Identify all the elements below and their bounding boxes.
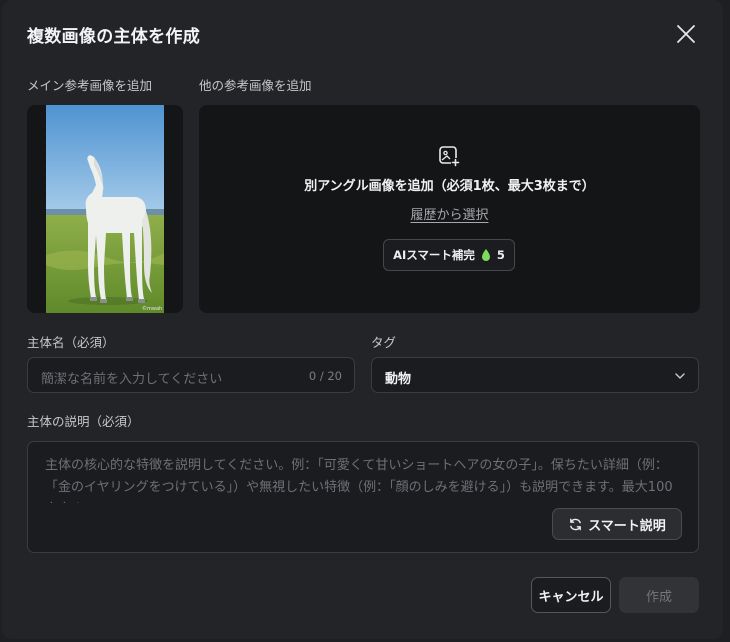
tag-select[interactable]: 動物 bbox=[371, 357, 699, 393]
smart-description-button[interactable]: スマート説明 bbox=[552, 508, 682, 540]
subject-name-counter: 0 / 20 bbox=[308, 369, 342, 383]
create-button[interactable]: 作成 bbox=[619, 577, 699, 613]
select-from-history-link[interactable]: 履歴から選択 bbox=[199, 204, 700, 223]
image-watermark: ©mwah bbox=[142, 305, 162, 312]
subject-description-placeholder: 主体の核心的な特徴を説明してください。例：「可愛くて甘いショートヘアの女の子」。… bbox=[45, 458, 673, 503]
other-reference-dropzone[interactable]: 別アングル画像を追加（必須1枚、最大3枚まで） 履歴から選択 AIスマート補完 … bbox=[199, 105, 700, 313]
ai-smart-complete-button[interactable]: AIスマート補完 5 bbox=[383, 239, 515, 271]
tag-selected-value: 動物 bbox=[385, 372, 412, 387]
subject-name-label: 主体名（必須） bbox=[27, 335, 115, 350]
smart-description-label: スマート説明 bbox=[588, 518, 666, 534]
subject-description-label: 主体の説明（必須） bbox=[27, 414, 140, 429]
credit-drop-icon bbox=[481, 249, 490, 261]
other-reference-label: 他の参考画像を追加 bbox=[199, 78, 312, 93]
add-angle-text: 別アングル画像を追加（必須1枚、最大3枚まで） bbox=[304, 179, 595, 194]
add-image-icon bbox=[439, 146, 460, 167]
close-icon[interactable] bbox=[674, 22, 698, 46]
main-reference-label: メイン参考画像を追加 bbox=[27, 78, 153, 93]
chevron-down-icon bbox=[675, 373, 685, 379]
horse-image: ©mwah bbox=[46, 105, 164, 313]
subject-name-input[interactable]: 簡潔な名前を入力してください 0 / 20 bbox=[27, 357, 355, 393]
main-reference-slot[interactable]: ©mwah bbox=[27, 105, 183, 313]
subject-name-placeholder: 簡潔な名前を入力してください bbox=[41, 372, 223, 387]
cancel-button[interactable]: キャンセル bbox=[531, 577, 611, 613]
ai-credit-count: 5 bbox=[496, 248, 505, 262]
refresh-icon bbox=[570, 518, 582, 530]
tag-label: タグ bbox=[371, 335, 397, 350]
create-subject-dialog: 複数画像の主体を作成 メイン参考画像を追加 他の参考画像を追加 ©mwah 別ア… bbox=[2, 0, 723, 639]
ai-smart-complete-label: AIスマート補完 bbox=[393, 248, 475, 262]
dialog-title: 複数画像の主体を作成 bbox=[27, 27, 200, 47]
